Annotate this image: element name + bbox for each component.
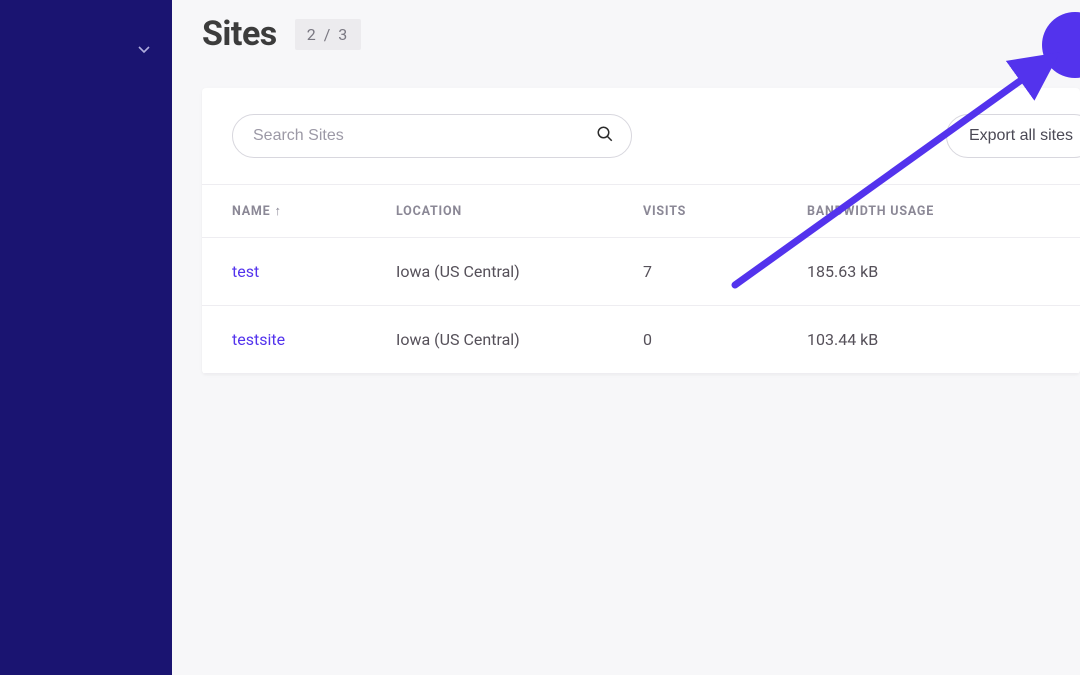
search-wrap (232, 114, 632, 158)
sidebar-item-3[interactable]: s (0, 262, 172, 306)
col-visits[interactable]: VISITS (613, 185, 777, 238)
sidebar-item-0[interactable]: ard (0, 100, 172, 144)
sites-table: NAME↑ LOCATION VISITS BANDWIDTH USAGE te… (202, 184, 1080, 374)
search-input[interactable] (232, 114, 632, 158)
cell-location: Iowa (US Central) (366, 238, 613, 306)
table-header-row: NAME↑ LOCATION VISITS BANDWIDTH USAGE (202, 185, 1080, 238)
cell-visits: 0 (613, 306, 777, 374)
table-row: test Iowa (US Central) 7 185.63 kB (202, 238, 1080, 306)
site-link[interactable]: test (232, 262, 259, 281)
sidebar-item-5[interactable]: de (0, 440, 172, 484)
page-header: Sites 2 / 3 (202, 14, 1080, 54)
cell-location: Iowa (US Central) (366, 306, 613, 374)
main-content: Sites 2 / 3 Export all sites NAM (172, 0, 1080, 675)
site-link[interactable]: testsite (232, 330, 285, 349)
sidebar-item-4[interactable]: Log (0, 396, 172, 440)
chevron-down-icon (138, 43, 150, 57)
cell-bandwidth: 103.44 kB (777, 306, 1080, 374)
col-name[interactable]: NAME↑ (202, 185, 366, 238)
sort-ascending-icon: ↑ (275, 204, 282, 219)
export-button[interactable]: Export all sites (946, 114, 1080, 158)
panel-toolbar: Export all sites (202, 88, 1080, 184)
sites-panel: Export all sites NAME↑ LOCATION VISITS B… (202, 88, 1080, 374)
cell-bandwidth: 185.63 kB (777, 238, 1080, 306)
cell-visits: 7 (613, 238, 777, 306)
sidebar-item-1[interactable]: ns (0, 174, 172, 218)
sidebar-item-2[interactable]: NS (0, 218, 172, 262)
page-title: Sites (202, 14, 277, 54)
col-location[interactable]: LOCATION (366, 185, 613, 238)
table-row: testsite Iowa (US Central) 0 103.44 kB (202, 306, 1080, 374)
sidebar: y ard ns NS s Log de (0, 0, 172, 675)
col-bandwidth[interactable]: BANDWIDTH USAGE (777, 185, 1080, 238)
account-switcher[interactable]: y (0, 30, 172, 70)
sites-count-badge: 2 / 3 (295, 19, 362, 50)
